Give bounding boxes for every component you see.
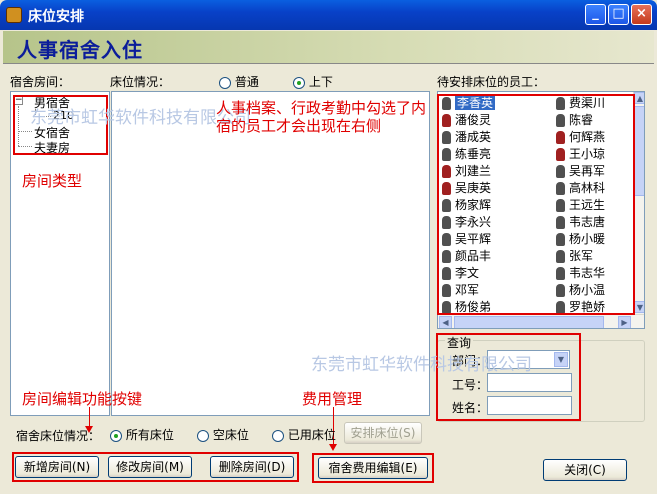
scroll-up-icon[interactable]: ▲ xyxy=(634,92,644,104)
window-title: 床位安排 xyxy=(28,9,84,25)
add-room-button[interactable]: 新增房间(N) xyxy=(15,456,99,478)
radio-used-beds-label: 已用床位 xyxy=(287,428,336,442)
title-bar[interactable]: 床位安排 _ □ × xyxy=(0,0,657,30)
filter-option-all[interactable]: 所有床位 xyxy=(110,426,174,443)
scroll-right-icon[interactable]: ▶ xyxy=(618,316,631,328)
banner-title: 人事宿舍入住 xyxy=(17,38,143,62)
edit-room-button[interactable]: 修改房间(M) xyxy=(108,456,192,478)
bed-type-option-normal[interactable]: 普通 xyxy=(219,73,259,90)
radio-bunk-label: 上下 xyxy=(308,75,333,89)
annotation-note: 人事档案、行政考勤中勾选了内宿的员工才会出现在右侧 xyxy=(216,99,427,135)
highlight-query xyxy=(436,333,581,421)
radio-bunk[interactable] xyxy=(293,76,305,89)
app-icon xyxy=(6,7,22,23)
bed-filter-label: 宿舍床位情况： xyxy=(16,429,101,443)
banner: 人事宿舍入住 xyxy=(3,31,654,64)
watermark-bottom: 东莞市虹华软件科技有限公司 xyxy=(311,355,532,375)
scroll-thumb[interactable] xyxy=(634,106,644,196)
fee-edit-button[interactable]: 宿舍费用编辑(E) xyxy=(318,457,428,479)
radio-empty-beds[interactable] xyxy=(197,429,209,442)
filter-option-empty[interactable]: 空床位 xyxy=(197,426,249,443)
radio-empty-beds-label: 空床位 xyxy=(212,428,249,442)
horizontal-scrollbar[interactable]: ◀ ▶ xyxy=(438,314,644,328)
annotation-fee: 费用管理 xyxy=(302,390,363,408)
annotation-room-edit: 房间编辑功能按键 xyxy=(22,390,143,408)
dorm-room-label: 宿舍房间： xyxy=(10,75,71,89)
delete-room-button[interactable]: 删除房间(D) xyxy=(210,456,294,478)
close-button[interactable]: 关闭(C) xyxy=(543,459,627,481)
close-window-button[interactable]: × xyxy=(631,4,652,25)
radio-all-beds-label: 所有床位 xyxy=(125,428,174,442)
filter-option-used[interactable]: 已用床位 xyxy=(272,426,336,443)
bed-status-label: 床位情况： xyxy=(110,75,171,89)
h-scroll-thumb[interactable] xyxy=(454,316,604,328)
highlight-employee-list xyxy=(437,94,635,315)
radio-normal[interactable] xyxy=(219,76,231,89)
bed-type-option-bunk[interactable]: 上下 xyxy=(293,73,333,90)
maximize-button[interactable]: □ xyxy=(608,4,629,25)
minimize-button[interactable]: _ xyxy=(585,4,606,25)
arrow-head-icon xyxy=(329,444,337,451)
pending-employees-label: 待安排床位的员工： xyxy=(437,75,546,89)
scroll-down-icon[interactable]: ▼ xyxy=(634,301,644,313)
radio-normal-label: 普通 xyxy=(234,75,259,89)
arrange-bed-button[interactable]: 安排床位(S) xyxy=(344,422,422,444)
scroll-left-icon[interactable]: ◀ xyxy=(439,316,452,328)
arrow-room-edit xyxy=(89,407,90,427)
radio-used-beds[interactable] xyxy=(272,429,284,442)
annotation-room-type: 房间类型 xyxy=(22,172,83,190)
radio-all-beds[interactable] xyxy=(110,429,122,442)
